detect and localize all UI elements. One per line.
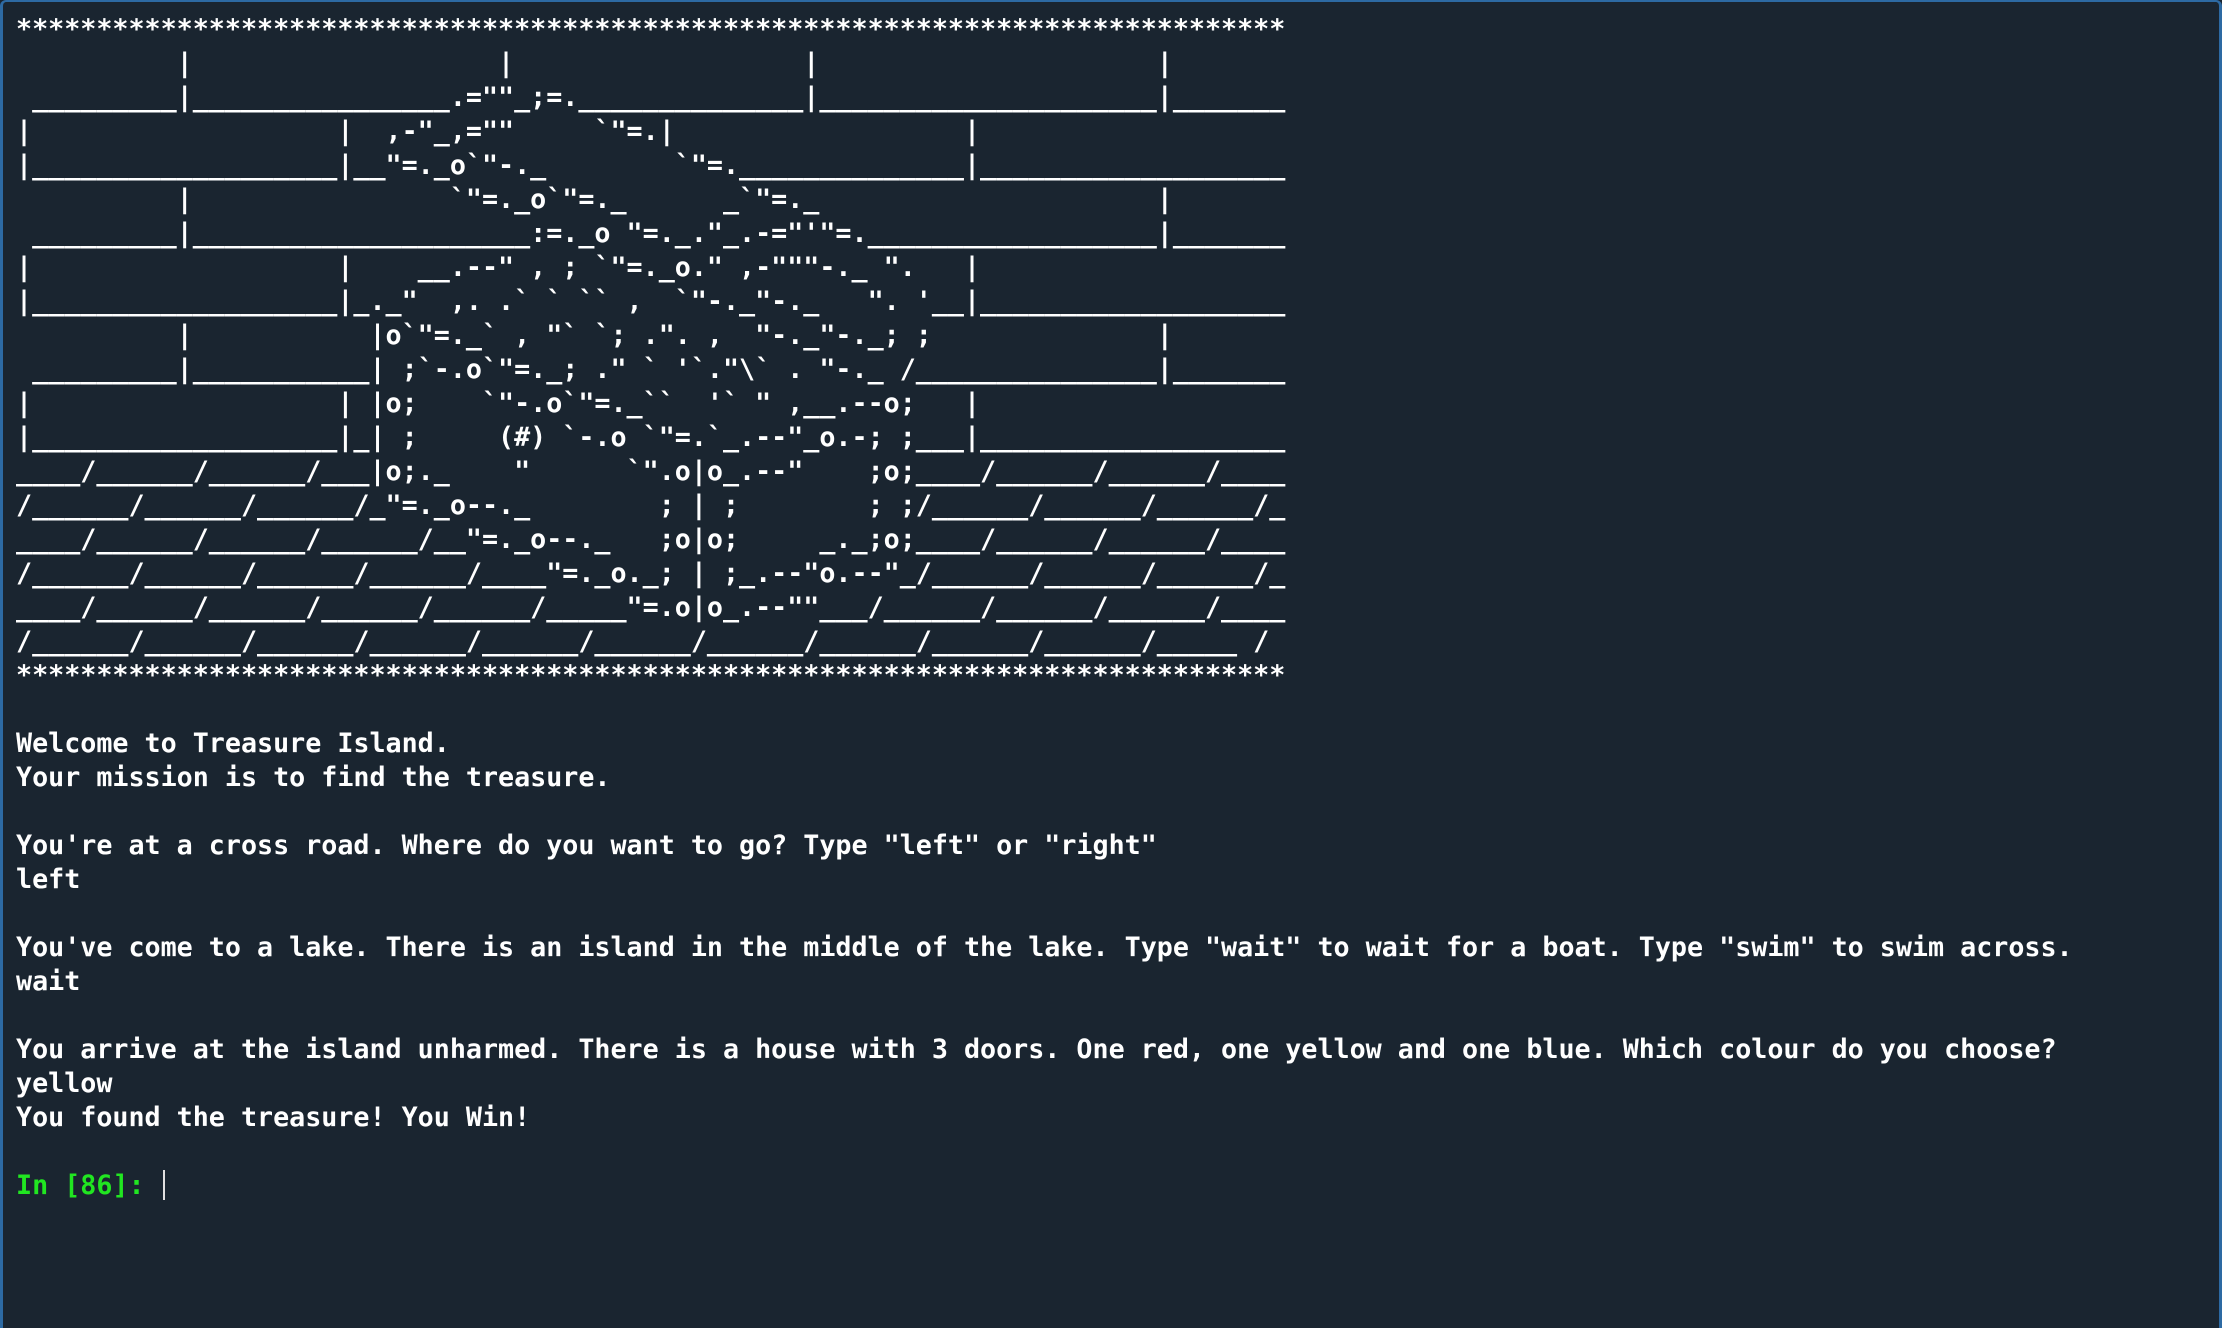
result-text: You found the treasure! You Win! — [16, 1102, 531, 1133]
terminal-output: ****************************************… — [16, 13, 2216, 1313]
door-answer: yellow — [16, 1068, 113, 1099]
text-cursor — [162, 1170, 165, 1200]
input-prompt-row[interactable]: In [86]: — [16, 1169, 2216, 1203]
prompt-number: 86 — [80, 1170, 113, 1201]
command-input[interactable] — [161, 1169, 1161, 1203]
terminal-window: ****************************************… — [0, 0, 2222, 1328]
door-question: You arrive at the island unharmed. There… — [16, 1034, 2057, 1065]
crossroad-question: You're at a cross road. Where do you wan… — [16, 830, 1157, 861]
mission-text: Your mission is to find the treasure. — [16, 762, 611, 793]
treasure-ascii-art: ****************************************… — [16, 14, 1286, 691]
lake-answer: wait — [16, 966, 81, 997]
lake-question: You've come to a lake. There is an islan… — [16, 932, 2073, 963]
prompt-suffix: ]: — [112, 1170, 161, 1201]
crossroad-answer: left — [16, 864, 81, 895]
welcome-text: Welcome to Treasure Island. — [16, 728, 450, 759]
prompt-label: In [ — [16, 1170, 81, 1201]
